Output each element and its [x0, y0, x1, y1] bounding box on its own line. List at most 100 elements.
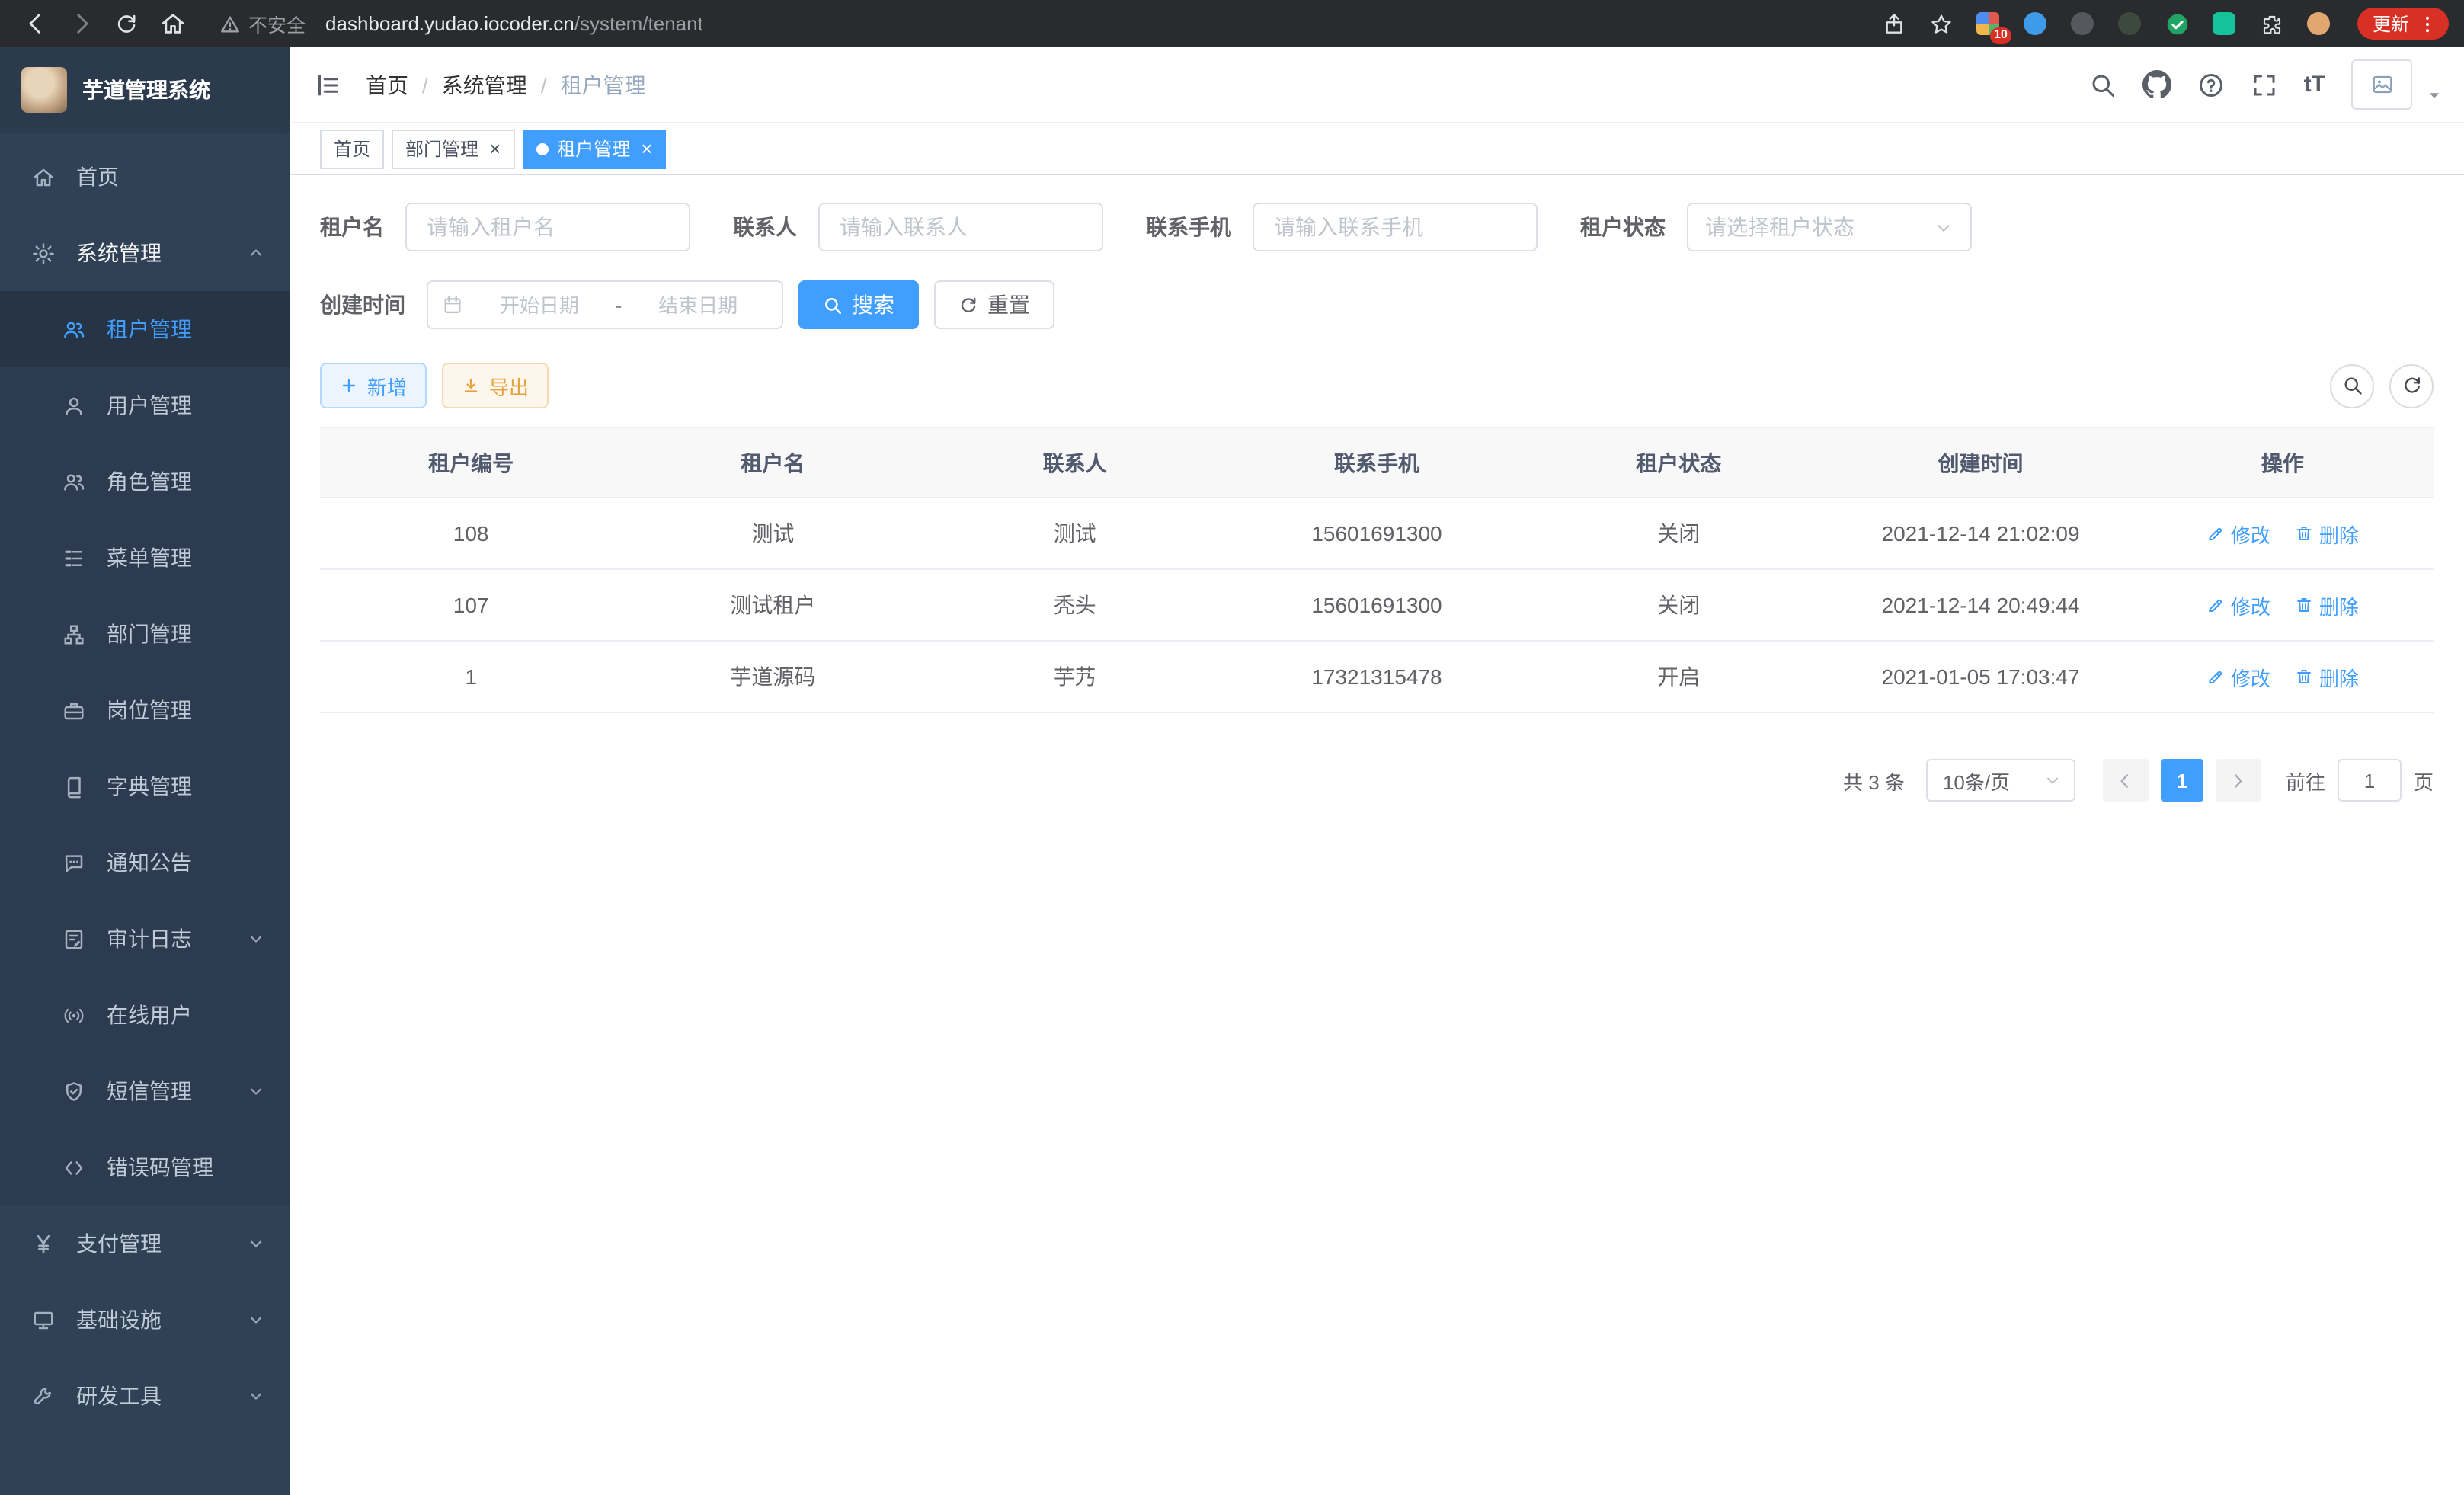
tags-view: 首页 部门管理 × 租户管理 ×: [290, 123, 2464, 175]
extension-badge: 10: [1990, 27, 2011, 43]
chevron-down-icon: [247, 1311, 265, 1329]
delete-button[interactable]: 删除: [2295, 519, 2359, 548]
edit-button[interactable]: 修改: [2206, 662, 2270, 691]
mobile-input[interactable]: [1271, 213, 1519, 241]
breadcrumb-system[interactable]: 系统管理: [442, 69, 527, 100]
tab-close-icon[interactable]: ×: [641, 139, 652, 158]
end-date-input[interactable]: [628, 292, 768, 318]
sidebar-item-infrastructure[interactable]: 基础设施: [0, 1282, 290, 1358]
security-indicator[interactable]: 不安全: [219, 9, 306, 38]
extension-icon-green-square[interactable]: [2210, 8, 2240, 39]
contact-input[interactable]: [837, 213, 1085, 241]
sidebar-item-role-management[interactable]: 角色管理: [0, 443, 290, 520]
user-avatar[interactable]: [2351, 59, 2412, 110]
sidebar-item-label: 岗位管理: [107, 695, 192, 725]
menu-list-icon: [61, 546, 87, 569]
delete-button[interactable]: 删除: [2295, 662, 2359, 691]
goto-label: 前往: [2286, 766, 2325, 795]
sidebar-item-menu-management[interactable]: 菜单管理: [0, 520, 290, 596]
browser-update-button[interactable]: 更新: [2357, 8, 2449, 40]
next-page-button[interactable]: [2216, 759, 2261, 802]
delete-label: 删除: [2319, 662, 2359, 691]
cell-mobile: 15601691300: [1226, 498, 1528, 569]
extension-icon-olive[interactable]: [2115, 8, 2146, 39]
bookmark-star-icon[interactable]: [1926, 8, 1957, 39]
goto-page-input[interactable]: [2338, 759, 2402, 802]
sidebar-toggle-icon[interactable]: [290, 46, 366, 123]
sidebar-item-label: 租户管理: [107, 314, 192, 344]
roles-icon: [61, 470, 87, 493]
address-bar[interactable]: dashboard.yudao.iocoder.cn/system/tenant: [325, 12, 703, 35]
tab-tenant-management[interactable]: 租户管理 ×: [522, 129, 666, 168]
sidebar: 芋道管理系统 首页 系统管理 租户管理 用户管理: [0, 47, 290, 1495]
browser-reload-icon[interactable]: [107, 4, 146, 43]
add-button[interactable]: 新增: [320, 363, 427, 408]
help-icon[interactable]: [2197, 71, 2225, 98]
user-menu-caret-icon[interactable]: [2426, 87, 2443, 104]
tab-home[interactable]: 首页: [320, 129, 384, 168]
sidebar-item-dev-tools[interactable]: 研发工具: [0, 1358, 290, 1434]
audit-log-icon: [61, 927, 87, 950]
browser-back-icon[interactable]: [15, 4, 55, 43]
sidebar-item-sms-management[interactable]: 短信管理: [0, 1053, 290, 1129]
tab-close-icon[interactable]: ×: [489, 139, 501, 158]
sidebar-item-error-code[interactable]: 错误码管理: [0, 1129, 290, 1205]
refresh-button[interactable]: [2389, 363, 2434, 408]
prev-page-button[interactable]: [2103, 759, 2149, 802]
header-search-icon[interactable]: [2089, 71, 2117, 98]
fullscreen-icon[interactable]: [2251, 71, 2278, 98]
cell-status: 关闭: [1528, 569, 1829, 641]
sidebar-item-tenant-management[interactable]: 租户管理: [0, 291, 290, 367]
sidebar-item-online-users[interactable]: 在线用户: [0, 977, 290, 1053]
cell-mobile: 17321315478: [1226, 641, 1528, 712]
mobile-label: 联系手机: [1146, 212, 1231, 242]
breadcrumb-current: 租户管理: [561, 69, 646, 100]
github-icon[interactable]: [2142, 70, 2171, 99]
extension-icon-dark[interactable]: [2068, 8, 2098, 39]
start-date-input[interactable]: [469, 292, 610, 318]
profile-avatar-icon[interactable]: [2304, 8, 2334, 39]
extension-icon-green-check[interactable]: [2162, 8, 2193, 39]
browser-home-icon[interactable]: [152, 4, 192, 43]
app-logo[interactable]: 芋道管理系统: [0, 47, 290, 133]
sidebar-item-user-management[interactable]: 用户管理: [0, 367, 290, 443]
update-label: 更新: [2373, 11, 2409, 37]
pagination: 共 3 条 10条/页 1 前往 页: [320, 759, 2434, 802]
extensions-puzzle-icon[interactable]: [2257, 8, 2287, 39]
browser-forward-icon[interactable]: [61, 4, 101, 43]
status-select[interactable]: 请选择租户状态: [1687, 203, 1972, 251]
chevron-up-icon: [247, 244, 265, 262]
extension-icon-blue[interactable]: [2021, 8, 2051, 39]
breadcrumb-home[interactable]: 首页: [366, 69, 408, 100]
cell-tenant-name: 测试租户: [622, 569, 923, 641]
delete-button[interactable]: 删除: [2295, 591, 2359, 619]
page-size-select[interactable]: 10条/页: [1926, 759, 2075, 802]
tenants-icon: [61, 318, 87, 341]
search-button[interactable]: 搜索: [798, 280, 919, 329]
yen-icon: [30, 1232, 56, 1255]
page-number-1[interactable]: 1: [2161, 759, 2203, 802]
reset-button[interactable]: 重置: [934, 280, 1054, 329]
tenant-name-input[interactable]: [424, 213, 672, 241]
sidebar-item-post-management[interactable]: 岗位管理: [0, 672, 290, 748]
export-button[interactable]: 导出: [442, 363, 549, 408]
create-time-range-picker[interactable]: -: [427, 280, 783, 329]
hide-search-button[interactable]: [2330, 363, 2374, 408]
tab-dept-management[interactable]: 部门管理 ×: [392, 129, 514, 168]
sidebar-item-label: 审计日志: [107, 924, 192, 954]
cell-status: 关闭: [1528, 498, 1829, 569]
share-icon[interactable]: [1879, 8, 1909, 39]
sidebar-item-system-management[interactable]: 系统管理: [0, 215, 290, 291]
sidebar-item-audit-log[interactable]: 审计日志: [0, 901, 290, 977]
sidebar-item-notice[interactable]: 通知公告: [0, 824, 290, 901]
edit-button[interactable]: 修改: [2206, 591, 2270, 619]
sidebar-item-home[interactable]: 首页: [0, 139, 290, 215]
sidebar-item-dict-management[interactable]: 字典管理: [0, 748, 290, 824]
font-size-icon[interactable]: tT: [2304, 73, 2325, 96]
browser-menu-icon[interactable]: [2417, 13, 2438, 34]
extension-icon-colorful[interactable]: 10: [1973, 8, 2004, 39]
sidebar-item-dept-management[interactable]: 部门管理: [0, 596, 290, 672]
sidebar-item-payment[interactable]: 支付管理: [0, 1205, 290, 1282]
edit-button[interactable]: 修改: [2206, 519, 2270, 548]
message-bubble-icon: [61, 851, 87, 874]
